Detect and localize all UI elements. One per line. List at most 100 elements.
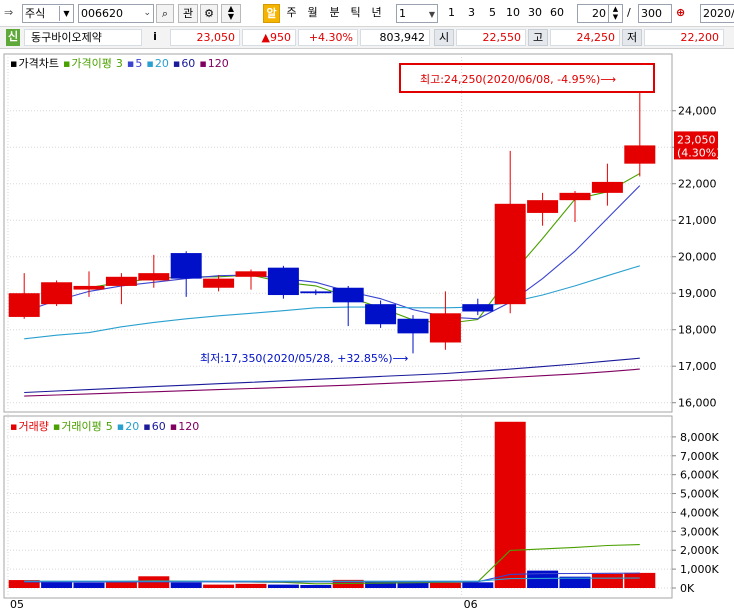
price-tick-label: 20,000 (678, 251, 717, 264)
volume-tick-label: 7,000K (680, 450, 719, 463)
price-legend-item: 5 (135, 57, 142, 70)
change-percent: +4.30% (298, 29, 358, 46)
interval-select[interactable]: 1 ▼ (396, 4, 438, 23)
period-all[interactable]: 알 (263, 4, 280, 23)
gwan-button[interactable]: 관 (178, 4, 198, 23)
volume-bar (624, 572, 656, 588)
volume-bar (170, 582, 202, 588)
date-input[interactable]: 2020/ (700, 4, 734, 23)
candle-body (8, 293, 40, 317)
volume-tick-label: 8,000K (680, 431, 719, 444)
price-tick-label: 21,000 (678, 214, 717, 227)
count-slash: / (627, 6, 631, 19)
volume-legend-item: 60 (152, 420, 166, 433)
candle-body (105, 276, 137, 286)
x-axis-labels: 05 06 (10, 598, 478, 611)
candle-body (41, 282, 73, 305)
candle-body (73, 285, 105, 290)
price-legend-item: 60 (181, 57, 195, 70)
updown-icon: ▲ ▼ (227, 4, 235, 21)
interval-value: 1 (399, 7, 406, 20)
toolbar: ⇒ 주식 ▼ 006620 ⌄ ⌕ 관 ⚙ ▲ ▼ 알 주 월 분 틱 년 1 ▼… (0, 0, 734, 27)
x-axis-label: 05 (10, 598, 24, 611)
price-legend-marker: ▪ (199, 57, 206, 70)
volume-bar (267, 584, 299, 588)
candle-body (235, 271, 267, 277)
current-price-tag-percent: (4.30%) (677, 146, 721, 159)
chevron-down-icon[interactable]: ▼ (429, 6, 435, 23)
volume-legend-item: 거래이평 (61, 420, 101, 433)
search-icon: ⌕ (161, 7, 169, 20)
volume-bar (73, 582, 105, 588)
price-legend-item: 120 (208, 57, 229, 70)
volume-bar (462, 582, 494, 588)
price-legend-marker: ▪ (127, 57, 134, 70)
interval-60[interactable]: 60 (547, 4, 567, 23)
updown-button[interactable]: ▲ ▼ (221, 4, 241, 23)
volume-legend-marker: ▪ (117, 420, 124, 433)
info-button[interactable]: i (148, 29, 162, 46)
interval-10[interactable]: 10 (503, 4, 523, 23)
chevron-down-icon[interactable]: ⌄ (143, 5, 151, 22)
volume-legend-marker: ▪ (10, 420, 17, 433)
candle-body (267, 267, 299, 296)
search-button[interactable]: ⌕ (156, 4, 174, 23)
settings-button[interactable]: ⚙ (200, 4, 218, 23)
volume-tick-label: 2,000K (680, 544, 719, 557)
volume-legend-item: 20 (125, 420, 139, 433)
volume-bar (494, 421, 526, 588)
market-value: 주식 (25, 7, 46, 20)
zoom-icon[interactable]: ⊕ (676, 4, 694, 23)
stock-chart[interactable]: 16,000 17,000 18,000 19,000 20,000 21,000 22,0… (0, 50, 734, 612)
price-legend-item: 가격이평 (71, 57, 111, 70)
volume-bar (41, 582, 73, 588)
candle-body (559, 192, 591, 201)
price-legend-marker: ▪ (146, 57, 153, 70)
new-badge: 신 (6, 29, 20, 46)
period-year[interactable]: 년 (368, 4, 385, 23)
code-value: 006620 (81, 7, 123, 20)
candle-body (203, 278, 235, 288)
volume-legend-item: 거래량 (18, 420, 48, 433)
interval-30[interactable]: 30 (525, 4, 545, 23)
price-change: ▲950 (242, 29, 296, 46)
low-annotation-text: 최저:17,350(2020/05/28, +32.85%)⟶ (200, 352, 409, 365)
volume-bar (203, 584, 235, 588)
high-label: 고 (528, 29, 548, 46)
info-bar: 신 동구바이오제약 i 23,050 ▲950 +4.30% 803,942 시… (0, 27, 734, 49)
x-axis-label: 06 (464, 598, 478, 611)
menu-arrow-icon[interactable]: ⇒ (4, 4, 20, 23)
high-value: 24,250 (550, 29, 620, 46)
price-tick-label: 19,000 (678, 287, 717, 300)
volume-legend-marker: ▪ (143, 420, 150, 433)
period-minute[interactable]: 분 (326, 4, 343, 23)
period-month[interactable]: 월 (304, 4, 321, 23)
volume-bar (235, 583, 267, 588)
volume-tick-label: 0K (680, 582, 695, 595)
chevron-down-icon[interactable]: ▼ (59, 6, 73, 21)
volume-tick-label: 4,000K (680, 506, 719, 519)
code-input[interactable]: 006620 ⌄ (78, 4, 154, 23)
spinner-icon[interactable]: ▲ ▼ (608, 5, 622, 22)
period-tick[interactable]: 틱 (347, 4, 364, 23)
interval-3[interactable]: 3 (463, 4, 480, 23)
price-tick-label: 17,000 (678, 360, 717, 373)
low-label: 저 (622, 29, 642, 46)
candle-body (170, 253, 202, 279)
interval-5[interactable]: 5 (484, 4, 501, 23)
candle-body (332, 287, 364, 303)
period-week[interactable]: 주 (283, 4, 300, 23)
volume-tick-label: 5,000K (680, 488, 719, 501)
current-price-tag-value: 23,050 (677, 133, 716, 146)
open-value: 22,550 (456, 29, 526, 46)
interval-1[interactable]: 1 (443, 4, 460, 23)
current-price: 23,050 (170, 29, 240, 46)
total-input[interactable]: 300 (638, 4, 672, 23)
market-select[interactable]: 주식 ▼ (22, 4, 74, 23)
volume-bar (429, 582, 461, 588)
candle-body (527, 200, 559, 213)
count-input[interactable]: 20 ▲ ▼ (577, 4, 623, 23)
candle-body (138, 273, 170, 281)
price-tick-label: 24,000 (678, 105, 717, 118)
volume-bar (300, 584, 332, 588)
